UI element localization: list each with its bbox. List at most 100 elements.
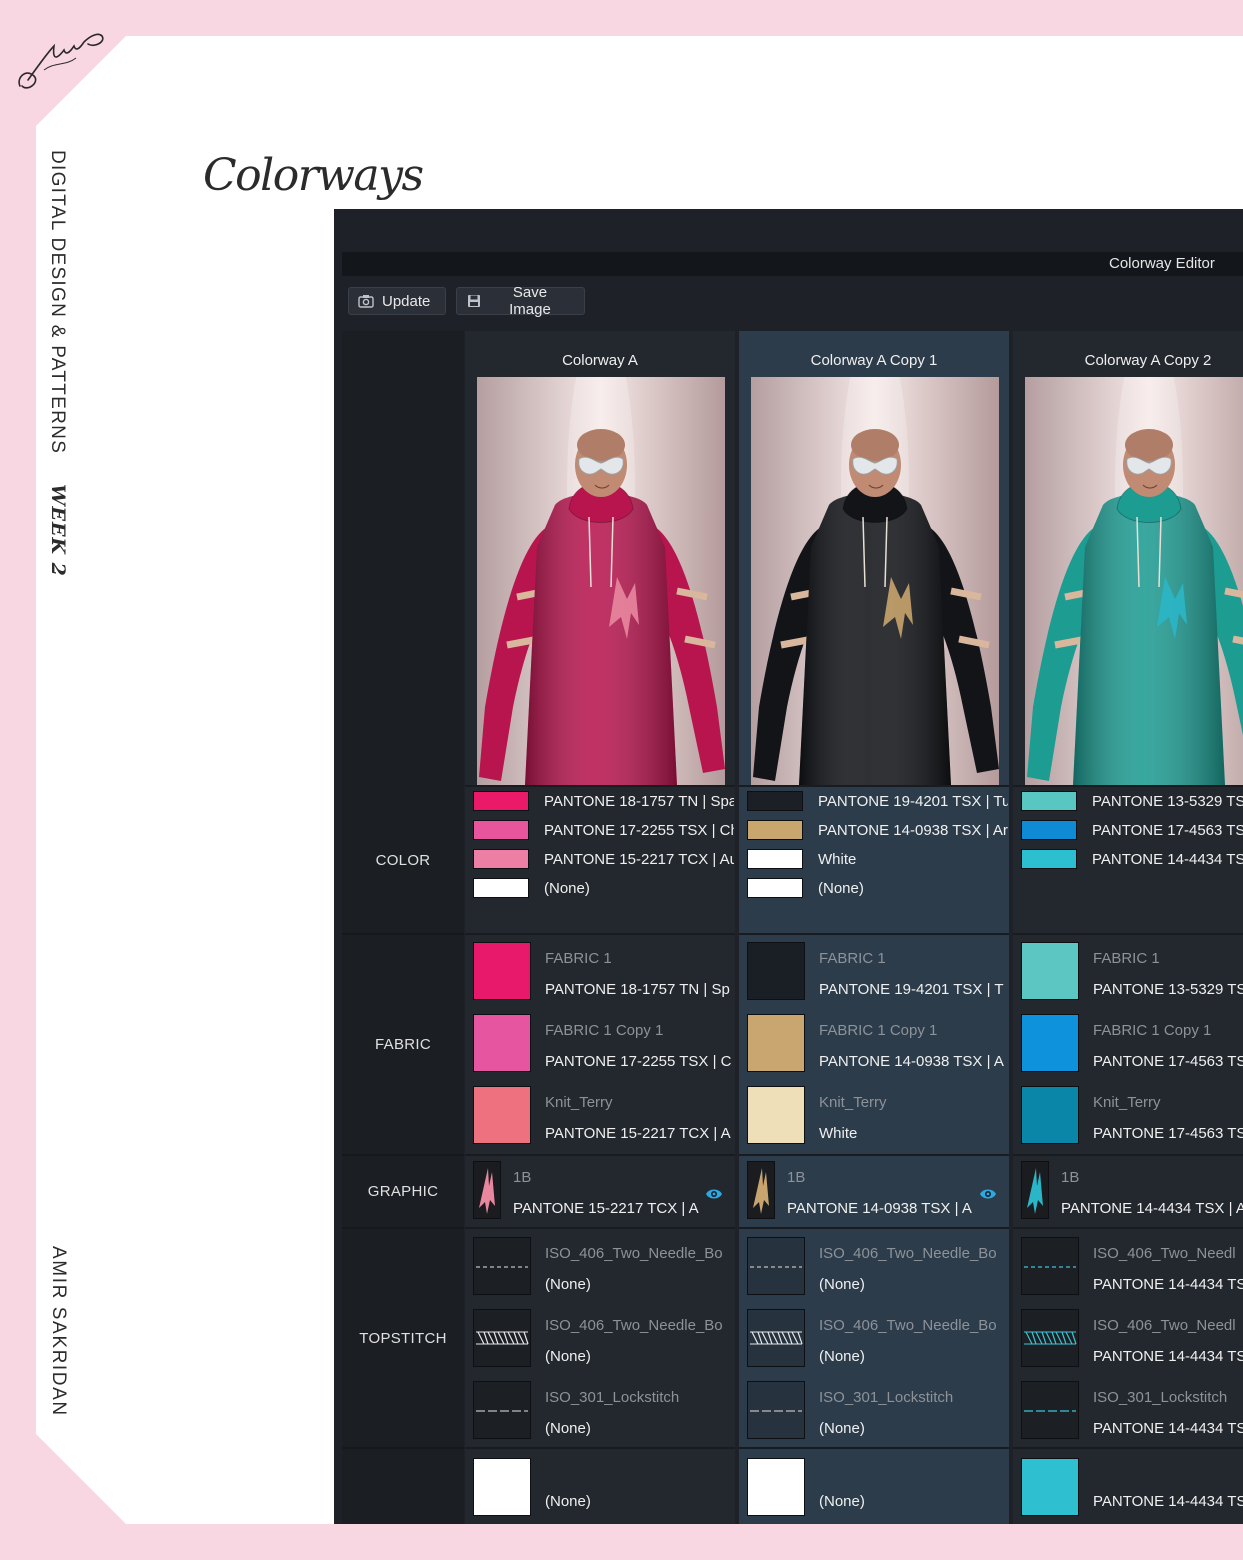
row-divider — [465, 1447, 735, 1449]
stitch-name: ISO_406_Two_Needle_Bo — [819, 1317, 997, 1334]
stitch-swatch[interactable] — [747, 1309, 805, 1367]
color-row[interactable]: PANTONE 17-4563 TS — [1021, 817, 1243, 843]
extra-swatch[interactable] — [1021, 1458, 1079, 1516]
extra-color-row[interactable]: (None) — [473, 1458, 735, 1520]
row-divider — [342, 933, 464, 935]
fabric-swatch[interactable] — [1021, 1086, 1079, 1144]
topstitch-row[interactable]: ISO_406_Two_Needl PANTONE 14-4434 TS — [1021, 1309, 1243, 1371]
fabric-row[interactable]: FABRIC 1 PANTONE 18-1757 TN | Sp — [473, 942, 735, 1004]
color-swatch[interactable] — [1021, 820, 1077, 840]
fabric-row[interactable]: FABRIC 1 Copy 1 PANTONE 17-2255 TSX | C — [473, 1014, 735, 1076]
fabric-swatch[interactable] — [473, 942, 531, 1000]
extra-swatch[interactable] — [747, 1458, 805, 1516]
topstitch-row[interactable]: ISO_301_Lockstitch PANTONE 14-4434 TS — [1021, 1381, 1243, 1443]
stitch-swatch[interactable] — [473, 1309, 531, 1367]
topstitch-row[interactable]: ISO_301_Lockstitch (None) — [747, 1381, 1009, 1443]
row-divider — [342, 1447, 464, 1449]
fabric-row[interactable]: Knit_Terry White — [747, 1086, 1009, 1148]
stitch-swatch[interactable] — [473, 1237, 531, 1295]
colorway-render[interactable] — [477, 377, 725, 785]
fabric-row[interactable]: FABRIC 1 Copy 1 PANTONE 17-4563 TS — [1021, 1014, 1243, 1076]
color-swatch[interactable] — [473, 849, 529, 869]
extra-color-value: (None) — [819, 1493, 865, 1510]
graphic-row[interactable]: 1B PANTONE 14-4434 TSX | A — [1021, 1161, 1243, 1223]
extra-color-row[interactable]: (None) — [747, 1458, 1009, 1520]
color-row[interactable]: (None) — [747, 875, 1009, 901]
stitch-swatch[interactable] — [1021, 1309, 1079, 1367]
fabric-row[interactable]: FABRIC 1 Copy 1 PANTONE 14-0938 TSX | A — [747, 1014, 1009, 1076]
fabric-swatch[interactable] — [747, 1086, 805, 1144]
color-swatch[interactable] — [1021, 791, 1077, 811]
graphic-thumbnail[interactable] — [1021, 1161, 1049, 1219]
colorway-column[interactable]: Colorway A Copy 1 PANTONE 19-4201 TSX | … — [739, 331, 1009, 1524]
color-row[interactable]: PANTONE 13-5329 TS — [1021, 788, 1243, 814]
row-label-topstitch: TOPSTITCH — [359, 1330, 447, 1347]
update-button[interactable]: Update — [348, 287, 446, 315]
stitch-swatch[interactable] — [473, 1381, 531, 1439]
color-row[interactable]: PANTONE 14-0938 TSX | Ar — [747, 817, 1009, 843]
save-button-label: Save Image — [509, 284, 551, 318]
colorway-editor-window: Colorway Editor Update Save Image COLOR … — [334, 209, 1243, 1524]
color-swatch[interactable] — [747, 791, 803, 811]
colorway-name: Colorway A Copy 1 — [810, 352, 938, 369]
color-swatch[interactable] — [747, 849, 803, 869]
color-row[interactable]: PANTONE 18-1757 TN | Spa — [473, 788, 735, 814]
fabric-color-value: PANTONE 15-2217 TCX | A — [545, 1125, 731, 1142]
fabric-row[interactable]: FABRIC 1 PANTONE 13-5329 TS — [1021, 942, 1243, 1004]
stitch-swatch[interactable] — [747, 1237, 805, 1295]
color-row[interactable]: PANTONE 14-4434 TS — [1021, 846, 1243, 872]
save-image-button[interactable]: Save Image — [456, 284, 585, 318]
fabric-row[interactable]: FABRIC 1 PANTONE 19-4201 TSX | T — [747, 942, 1009, 1004]
side-author: AMIR SAKRIDAN — [46, 1246, 70, 1446]
color-row[interactable]: White — [747, 846, 1009, 872]
colorway-column[interactable]: Colorway A PANTONE 18-1757 TN | Spa PANT… — [465, 331, 735, 1524]
extra-color-row[interactable]: PANTONE 14-4434 TS — [1021, 1458, 1243, 1520]
stitch-swatch[interactable] — [747, 1381, 805, 1439]
row-divider — [739, 933, 1009, 935]
fabric-name: FABRIC 1 — [545, 950, 612, 967]
topstitch-row[interactable]: ISO_406_Two_Needle_Bo (None) — [473, 1237, 735, 1299]
graphic-row[interactable]: 1B PANTONE 14-0938 TSX | A — [747, 1161, 1009, 1223]
color-swatch[interactable] — [747, 878, 803, 898]
fabric-swatch[interactable] — [1021, 1014, 1079, 1072]
stitch-swatch[interactable] — [1021, 1381, 1079, 1439]
topstitch-row[interactable]: ISO_406_Two_Needle_Bo (None) — [473, 1309, 735, 1371]
graphic-row[interactable]: 1B PANTONE 15-2217 TCX | A — [473, 1161, 735, 1223]
color-swatch[interactable] — [473, 820, 529, 840]
fabric-swatch[interactable] — [1021, 942, 1079, 1000]
row-divider — [1013, 933, 1243, 935]
row-divider — [1013, 1447, 1243, 1449]
colorway-column[interactable]: Colorway A Copy 2 PANTONE 13-5329 TS PAN… — [1013, 331, 1243, 1524]
visibility-eye-icon[interactable] — [705, 1187, 723, 1201]
fabric-row[interactable]: Knit_Terry PANTONE 15-2217 TCX | A — [473, 1086, 735, 1148]
color-label: PANTONE 19-4201 TSX | Tu — [818, 792, 1008, 810]
color-row[interactable]: (None) — [473, 875, 735, 901]
row-divider — [465, 933, 735, 935]
stitch-swatch[interactable] — [1021, 1237, 1079, 1295]
color-swatch[interactable] — [747, 820, 803, 840]
topstitch-row[interactable]: ISO_406_Two_Needle_Bo (None) — [747, 1237, 1009, 1299]
extra-swatch[interactable] — [473, 1458, 531, 1516]
color-swatch[interactable] — [473, 878, 529, 898]
graphic-thumbnail[interactable] — [747, 1161, 775, 1219]
color-row[interactable]: PANTONE 19-4201 TSX | Tu — [747, 788, 1009, 814]
color-swatch[interactable] — [1021, 849, 1077, 869]
fabric-row[interactable]: Knit_Terry PANTONE 17-4563 TS — [1021, 1086, 1243, 1148]
colorway-render[interactable] — [751, 377, 999, 785]
topstitch-row[interactable]: ISO_301_Lockstitch (None) — [473, 1381, 735, 1443]
fabric-swatch[interactable] — [473, 1086, 531, 1144]
color-swatch[interactable] — [473, 791, 529, 811]
fabric-name: FABRIC 1 Copy 1 — [545, 1022, 664, 1039]
color-row[interactable]: PANTONE 17-2255 TSX | Ch — [473, 817, 735, 843]
color-row[interactable]: PANTONE 15-2217 TCX | Au — [473, 846, 735, 872]
fabric-swatch[interactable] — [747, 942, 805, 1000]
color-label: White — [818, 850, 857, 868]
graphic-thumbnail[interactable] — [473, 1161, 501, 1219]
colorway-render[interactable] — [1025, 377, 1243, 785]
visibility-eye-icon[interactable] — [979, 1187, 997, 1201]
fabric-swatch[interactable] — [747, 1014, 805, 1072]
topstitch-row[interactable]: ISO_406_Two_Needl PANTONE 14-4434 TS — [1021, 1237, 1243, 1299]
topstitch-row[interactable]: ISO_406_Two_Needle_Bo (None) — [747, 1309, 1009, 1371]
garment-render-graphic — [751, 377, 999, 785]
fabric-swatch[interactable] — [473, 1014, 531, 1072]
